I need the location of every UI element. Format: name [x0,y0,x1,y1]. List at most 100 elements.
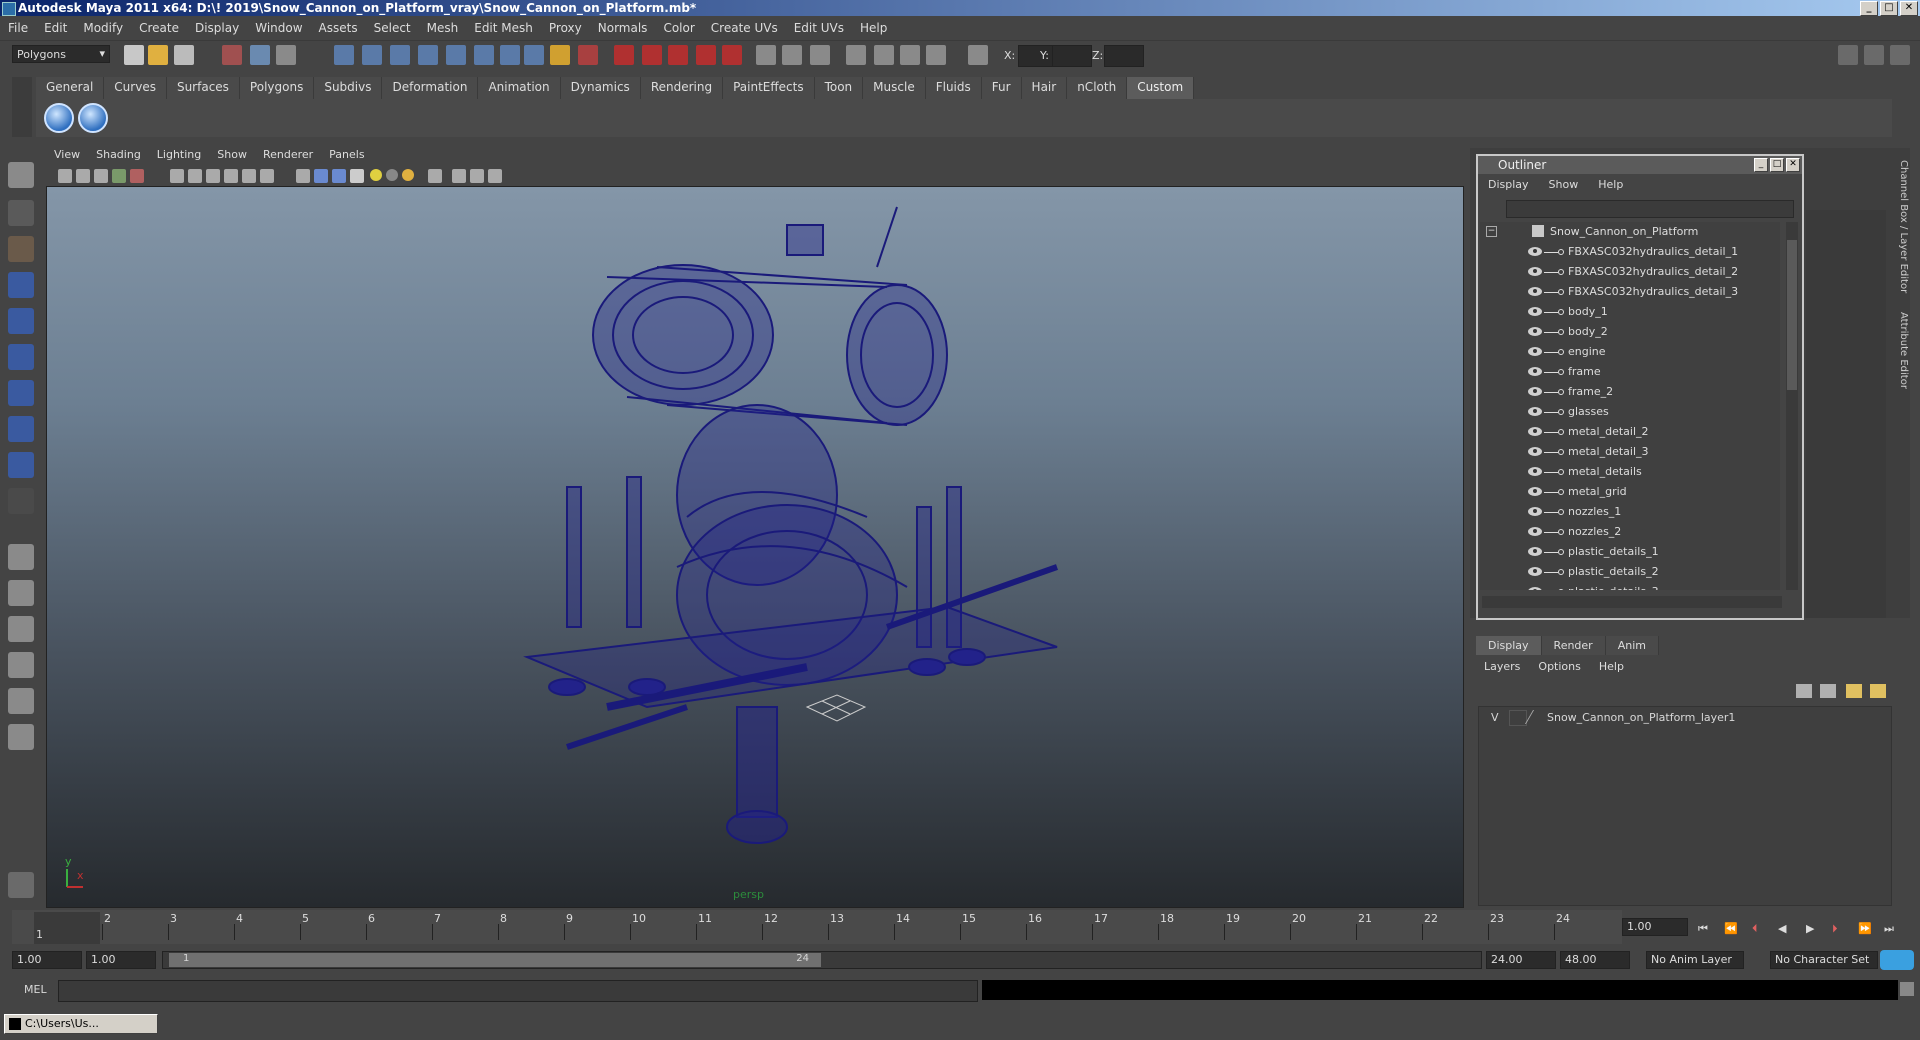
checker-icon[interactable] [350,169,364,183]
outliner-title-bar[interactable]: Outliner _ □ ✕ [1478,156,1802,174]
lasso-tool-icon[interactable] [8,200,34,226]
persp-outliner-layout-icon[interactable] [8,616,34,642]
shelf-tab-custom[interactable]: Custom [1127,77,1195,99]
outliner-row[interactable]: nozzles_2 [1480,522,1780,542]
tool-settings-toggle-icon[interactable] [810,45,830,65]
menu-normals[interactable]: Normals [590,21,656,35]
hypershade-layout-icon[interactable] [8,688,34,714]
close-button[interactable]: ✕ [1900,1,1918,16]
perspective-viewport[interactable]: y x persp [46,186,1464,908]
menu-mesh[interactable]: Mesh [419,21,467,35]
range-slider-track[interactable]: 1 24 [162,951,1482,969]
select-tool-icon[interactable] [8,162,34,188]
show-hide-sidebar-icon[interactable] [756,45,776,65]
shelf-tab-muscle[interactable]: Muscle [863,77,926,99]
menu-display[interactable]: Display [187,21,247,35]
construction-history-icon[interactable] [524,45,544,65]
isolate-select-icon[interactable] [428,169,442,183]
shelf-tab-fur[interactable]: Fur [981,77,1022,99]
outliner-row[interactable]: frame [1480,362,1780,382]
outliner-row[interactable]: FBXASC032hydraulics_detail_3 [1480,282,1780,302]
step-back-key-icon[interactable]: ⏴ [1752,922,1766,935]
auto-key-icon[interactable] [1880,950,1914,970]
wireframe-icon[interactable] [170,169,184,183]
toggle-panel-icon[interactable] [926,45,946,65]
menu-select[interactable]: Select [366,21,419,35]
all-lights-icon[interactable] [296,169,310,183]
panel-menu-panels[interactable]: Panels [321,148,372,164]
persp-graph-outliner-layout-icon[interactable] [8,724,34,750]
scrollbar-thumb[interactable] [1787,240,1797,390]
camera-attributes-icon[interactable] [76,169,90,183]
last-tool-icon[interactable] [8,488,34,514]
shelf-tab-hair[interactable]: Hair [1021,77,1068,99]
outliner-row[interactable]: FBXASC032hydraulics_detail_2 [1480,262,1780,282]
outliner-row[interactable]: plastic_details_2 [1480,562,1780,582]
rotate-tool-icon[interactable] [8,308,34,334]
step-back-frame-icon[interactable]: ⏪ [1724,922,1738,935]
texture-icon[interactable] [260,169,274,183]
panel-menu-shading[interactable]: Shading [88,148,149,164]
layer-color-swatch[interactable] [1524,710,1547,724]
panel-menu-show[interactable]: Show [209,148,255,164]
sphere-light-icon[interactable] [386,169,398,181]
xray-icon[interactable] [224,169,238,183]
outliner-menu-show[interactable]: Show [1539,178,1589,191]
save-scene-icon[interactable] [174,45,194,65]
wireframe-on-shaded-icon[interactable] [206,169,220,183]
tool-settings-icon[interactable] [1890,45,1910,65]
outliner-minimize-button[interactable]: _ [1754,158,1768,172]
attribute-editor-toggle-icon[interactable] [782,45,802,65]
layer-tab-display[interactable]: Display [1476,636,1542,655]
layer-row[interactable]: V Snow_Cannon_on_Platform_layer1 [1481,709,1887,727]
share-icon[interactable] [488,169,502,183]
hypershade-icon[interactable] [668,45,688,65]
character-set-dropdown[interactable]: No Character Set [1770,951,1878,969]
shelf-tab-general[interactable]: General [36,77,105,99]
menu-proxy[interactable]: Proxy [541,21,590,35]
outliner-horizontal-scrollbar[interactable] [1482,596,1782,608]
single-perspective-layout-icon[interactable] [8,544,34,570]
new-scene-icon[interactable] [124,45,144,65]
manipulator-tool-icon[interactable] [8,380,34,406]
outliner-vertical-scrollbar[interactable] [1786,222,1798,590]
layer-tab-render[interactable]: Render [1541,636,1606,655]
scale-tool-icon[interactable] [8,344,34,370]
absolute-transform-icon[interactable] [968,45,988,65]
end-time-field[interactable]: 48.00 [1560,951,1630,969]
menu-edit-uvs[interactable]: Edit UVs [786,21,852,35]
panel-menu-view[interactable]: View [46,148,88,164]
start-time-field[interactable]: 1.00 [12,951,82,969]
menu-edit-mesh[interactable]: Edit Mesh [466,21,541,35]
default-light-icon[interactable] [370,169,382,181]
outliner-close-button[interactable]: ✕ [1786,158,1800,172]
go-to-end-icon[interactable]: ⏭ [1884,922,1898,935]
show-manipulator-tool-icon[interactable] [8,452,34,478]
channel-box-icon[interactable] [1864,45,1884,65]
shelf-tab-dynamics[interactable]: Dynamics [560,77,641,99]
attribute-editor-side-tab[interactable]: Attribute Editor [1898,312,1909,389]
outliner-row[interactable]: metal_detail_2 [1480,422,1780,442]
play-backwards-icon[interactable]: ◀ [1778,922,1792,935]
outliner-row[interactable]: metal_grid [1480,482,1780,502]
outliner-root-row[interactable]: − Snow_Cannon_on_Platform [1480,222,1780,242]
grid-icon[interactable] [130,169,144,183]
menu-window[interactable]: Window [247,21,310,35]
render-region-icon[interactable] [722,45,742,65]
snap-curve-icon[interactable] [362,45,382,65]
ipr-render-icon[interactable] [614,45,634,65]
outliner-maximize-button[interactable]: □ [1770,158,1784,172]
shelf-tab-polygons[interactable]: Polygons [239,77,315,99]
menu-help[interactable]: Help [852,21,895,35]
smooth-shade-icon[interactable] [188,169,202,183]
outliner-menu-display[interactable]: Display [1478,178,1539,191]
menu-edit[interactable]: Edit [36,21,75,35]
paint-select-tool-icon[interactable] [8,236,34,262]
snap-point-icon[interactable] [390,45,410,65]
menu-set-dropdown[interactable]: Polygons ▾ [12,45,110,63]
layer-editor-toggle-icon[interactable] [874,45,894,65]
frame-all-icon[interactable] [452,169,466,183]
step-forward-frame-icon[interactable]: ⏩ [1858,922,1872,935]
outliner-row[interactable]: body_2 [1480,322,1780,342]
layer-tab-anim[interactable]: Anim [1605,636,1659,655]
